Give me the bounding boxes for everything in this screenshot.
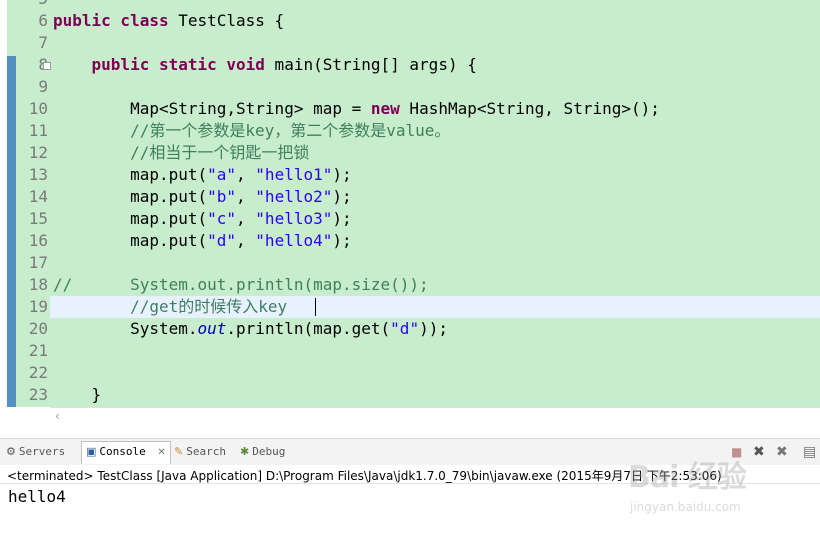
code-token: map.put( (53, 209, 208, 228)
console-status-label: <terminated> TestClass [Java Application… (7, 469, 722, 483)
code-token: public static void (91, 55, 265, 74)
tab-label: Servers (18, 445, 66, 458)
code-token: //相当于一个钥匙一把锁 (130, 143, 310, 162)
tab-search[interactable]: ✎ Search (174, 442, 226, 462)
line-number: 20 (28, 319, 48, 338)
code-line[interactable]: map.put("a", "hello1"); (53, 164, 352, 186)
line-number: 17 (28, 253, 48, 272)
code-line[interactable]: // System.out.println(map.size()); (53, 274, 429, 296)
line-number: 22 (28, 363, 48, 382)
code-token: "a" (207, 165, 237, 184)
editor-left-margin (0, 0, 7, 407)
code-line[interactable]: public class TestClass { (53, 10, 284, 32)
code-token: "c" (207, 209, 237, 228)
tab-console[interactable]: ▣ Console ✕ (81, 441, 171, 464)
line-number: 14 (28, 187, 48, 206)
code-token: "hello2" (255, 187, 333, 206)
code-token: ); (332, 209, 352, 228)
line-number: 12 (28, 143, 48, 162)
watermark-logo: Bai 经验 (628, 460, 747, 495)
baidu-jingyan-watermark: Bai 经验 jingyan.baidu.com (628, 450, 818, 522)
code-token: map.put( (53, 187, 208, 206)
code-token: ); (332, 231, 352, 250)
code-token: out (197, 319, 227, 338)
code-token: Map<String,String> map = (53, 99, 371, 118)
line-number: 9 (38, 77, 48, 96)
code-editor[interactable]: 567891011121314151617181920212223 public… (0, 0, 820, 407)
tab-label: Console (99, 445, 146, 458)
code-token: ); (332, 165, 352, 184)
code-token: HashMap<String, String>(); (399, 99, 660, 118)
code-line[interactable]: System.out.println(map.get("d")); (53, 318, 448, 340)
text-caret (315, 298, 316, 316)
line-number: 6 (38, 11, 48, 30)
code-line[interactable]: public static void main(String[] args) { (53, 54, 477, 76)
line-number: 5 (14, 0, 48, 10)
code-token: } (53, 385, 102, 404)
code-token: map.put( (53, 165, 208, 184)
code-token: , (236, 209, 256, 228)
tab-label: Search (186, 445, 226, 458)
code-line[interactable]: map.put("d", "hello4"); (53, 230, 352, 252)
code-token: ); (332, 187, 352, 206)
debug-icon: ✱ (240, 445, 250, 458)
code-line[interactable]: //get的时候传入key (53, 296, 287, 318)
watermark-url: jingyan.baidu.com (630, 500, 741, 514)
code-token: "hello4" (255, 231, 333, 250)
code-token: , (236, 165, 256, 184)
code-line[interactable]: } (53, 384, 102, 406)
editor-horizontal-scrollbar[interactable]: ‹ (50, 407, 820, 425)
line-number: 23 (28, 385, 48, 404)
code-token: //get的时候传入key (130, 297, 288, 316)
code-token: //第一个参数是key，第二个参数是value。 (130, 121, 451, 140)
code-token: public class (53, 11, 169, 30)
code-line[interactable]: //相当于一个钥匙一把锁 (53, 142, 309, 164)
line-number: 11 (28, 121, 48, 140)
line-number: 15 (28, 209, 48, 228)
search-icon: ✎ (174, 445, 184, 458)
code-token: "d" (390, 319, 420, 338)
code-token: "b" (207, 187, 237, 206)
line-number: 13 (28, 165, 48, 184)
scrollbar-corner (0, 407, 50, 424)
tab-debug[interactable]: ✱ Debug (240, 442, 285, 462)
console-output[interactable]: hello4 (8, 487, 66, 506)
code-token: , (236, 231, 256, 250)
line-number: 21 (28, 341, 48, 360)
line-number: 18 (28, 275, 48, 294)
tab-servers[interactable]: ⚙ Servers (6, 442, 65, 462)
code-token: "hello3" (255, 209, 333, 228)
editor-console-separator[interactable] (0, 424, 820, 438)
code-token: System. (53, 319, 198, 338)
close-icon[interactable]: ✕ (157, 447, 165, 458)
code-line[interactable]: //第一个参数是key，第二个参数是value。 (53, 120, 450, 142)
code-token: "hello1" (255, 165, 333, 184)
line-number: 19 (28, 297, 48, 316)
code-token: .println(map.get( (226, 319, 391, 338)
code-token: , (236, 187, 256, 206)
scroll-left-icon[interactable]: ‹ (55, 409, 60, 423)
code-line[interactable]: map.put("c", "hello3"); (53, 208, 352, 230)
code-line[interactable]: Map<String,String> map = new HashMap<Str… (53, 98, 660, 120)
code-token: // System.out.println(map.size()); (53, 275, 429, 294)
servers-icon: ⚙ (6, 445, 16, 458)
code-token: )); (419, 319, 448, 338)
tab-label: Debug (252, 445, 286, 458)
code-token: main(String[] args) { (264, 55, 477, 74)
line-number: 7 (38, 33, 48, 52)
console-icon: ▣ (86, 445, 97, 458)
code-line[interactable]: map.put("b", "hello2"); (53, 186, 352, 208)
fold-toggle-icon[interactable] (43, 62, 51, 70)
code-token: TestClass { (168, 11, 285, 30)
code-token: new (370, 99, 400, 118)
code-token: map.put( (53, 231, 208, 250)
code-token: "d" (207, 231, 237, 250)
line-number: 16 (28, 231, 48, 250)
line-number: 10 (28, 99, 48, 118)
